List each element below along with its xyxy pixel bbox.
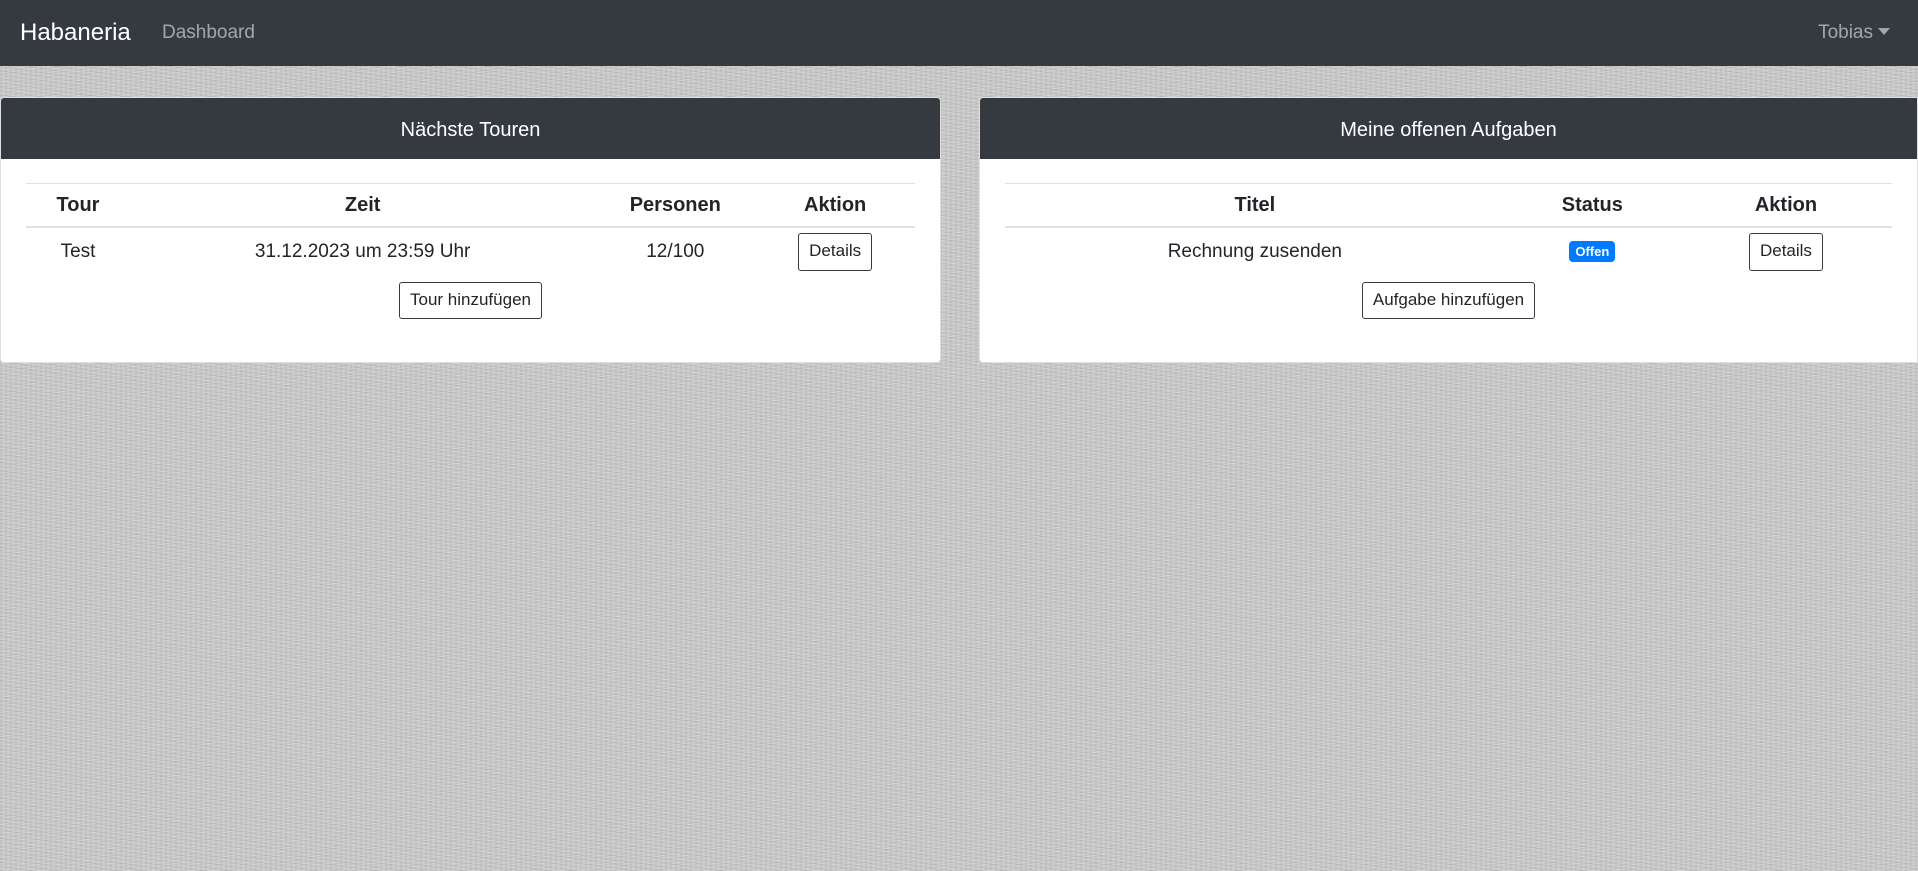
add-tour-button[interactable]: Tour hinzufügen xyxy=(399,282,542,320)
tour-persons-cell: 12/100 xyxy=(646,241,705,262)
tours-card: Nächste Touren Tour Zeit Personen Aktion… xyxy=(0,97,941,363)
tour-details-button[interactable]: Details xyxy=(798,233,873,271)
tours-table: Tour Zeit Personen Aktion Test 31.12.202… xyxy=(26,183,915,276)
task-action-cell: Details xyxy=(1680,227,1892,276)
top-navbar: Habaneria Dashboard Tobias xyxy=(0,0,1918,66)
table-header-row: Titel Status Aktion xyxy=(1005,183,1892,228)
caret-down-icon xyxy=(1878,28,1890,35)
column-header-aktion: Aktion xyxy=(755,183,915,228)
task-title-cell: Rechnung zusenden xyxy=(1167,241,1342,262)
tasks-card: Meine offenen Aufgaben Titel Status Akti… xyxy=(979,97,1918,363)
user-name: Tobias xyxy=(1818,22,1873,43)
column-header-tour: Tour xyxy=(26,183,130,228)
column-header-aktion: Aktion xyxy=(1679,183,1892,228)
tours-card-title: Nächste Touren xyxy=(1,98,940,159)
column-header-zeit: Zeit xyxy=(130,183,596,228)
task-status-cell: Offen xyxy=(1505,227,1680,276)
add-task-button[interactable]: Aufgabe hinzufügen xyxy=(1361,282,1536,320)
tours-card-body: Tour Zeit Personen Aktion Test 31.12.202… xyxy=(1,183,940,320)
tasks-table: Titel Status Aktion Rechnung zusenden Of… xyxy=(1005,183,1892,276)
table-row: Rechnung zusenden Offen Details xyxy=(1005,227,1892,276)
tour-name-cell: Test xyxy=(60,241,96,262)
table-row: Test 31.12.2023 um 23:59 Uhr 12/100 Deta… xyxy=(26,227,915,276)
tours-add-row: Tour hinzufügen xyxy=(26,282,915,320)
tasks-card-title: Meine offenen Aufgaben xyxy=(980,98,1917,159)
tasks-add-row: Aufgabe hinzufügen xyxy=(1005,282,1892,320)
tour-action-cell: Details xyxy=(755,227,915,276)
table-header-row: Tour Zeit Personen Aktion xyxy=(26,183,915,228)
status-badge: Offen xyxy=(1569,241,1616,263)
column-header-personen: Personen xyxy=(595,183,756,228)
tour-time-cell: 31.12.2023 um 23:59 Uhr xyxy=(254,241,471,262)
tasks-card-body: Titel Status Aktion Rechnung zusenden Of… xyxy=(980,183,1917,320)
nav-link-dashboard[interactable]: Dashboard xyxy=(162,0,255,66)
column-header-titel: Titel xyxy=(1005,183,1505,228)
user-menu-dropdown[interactable]: Tobias xyxy=(1818,0,1890,66)
column-header-status: Status xyxy=(1504,183,1680,228)
brand-link[interactable]: Habaneria xyxy=(20,0,131,66)
task-details-button[interactable]: Details xyxy=(1748,233,1823,271)
